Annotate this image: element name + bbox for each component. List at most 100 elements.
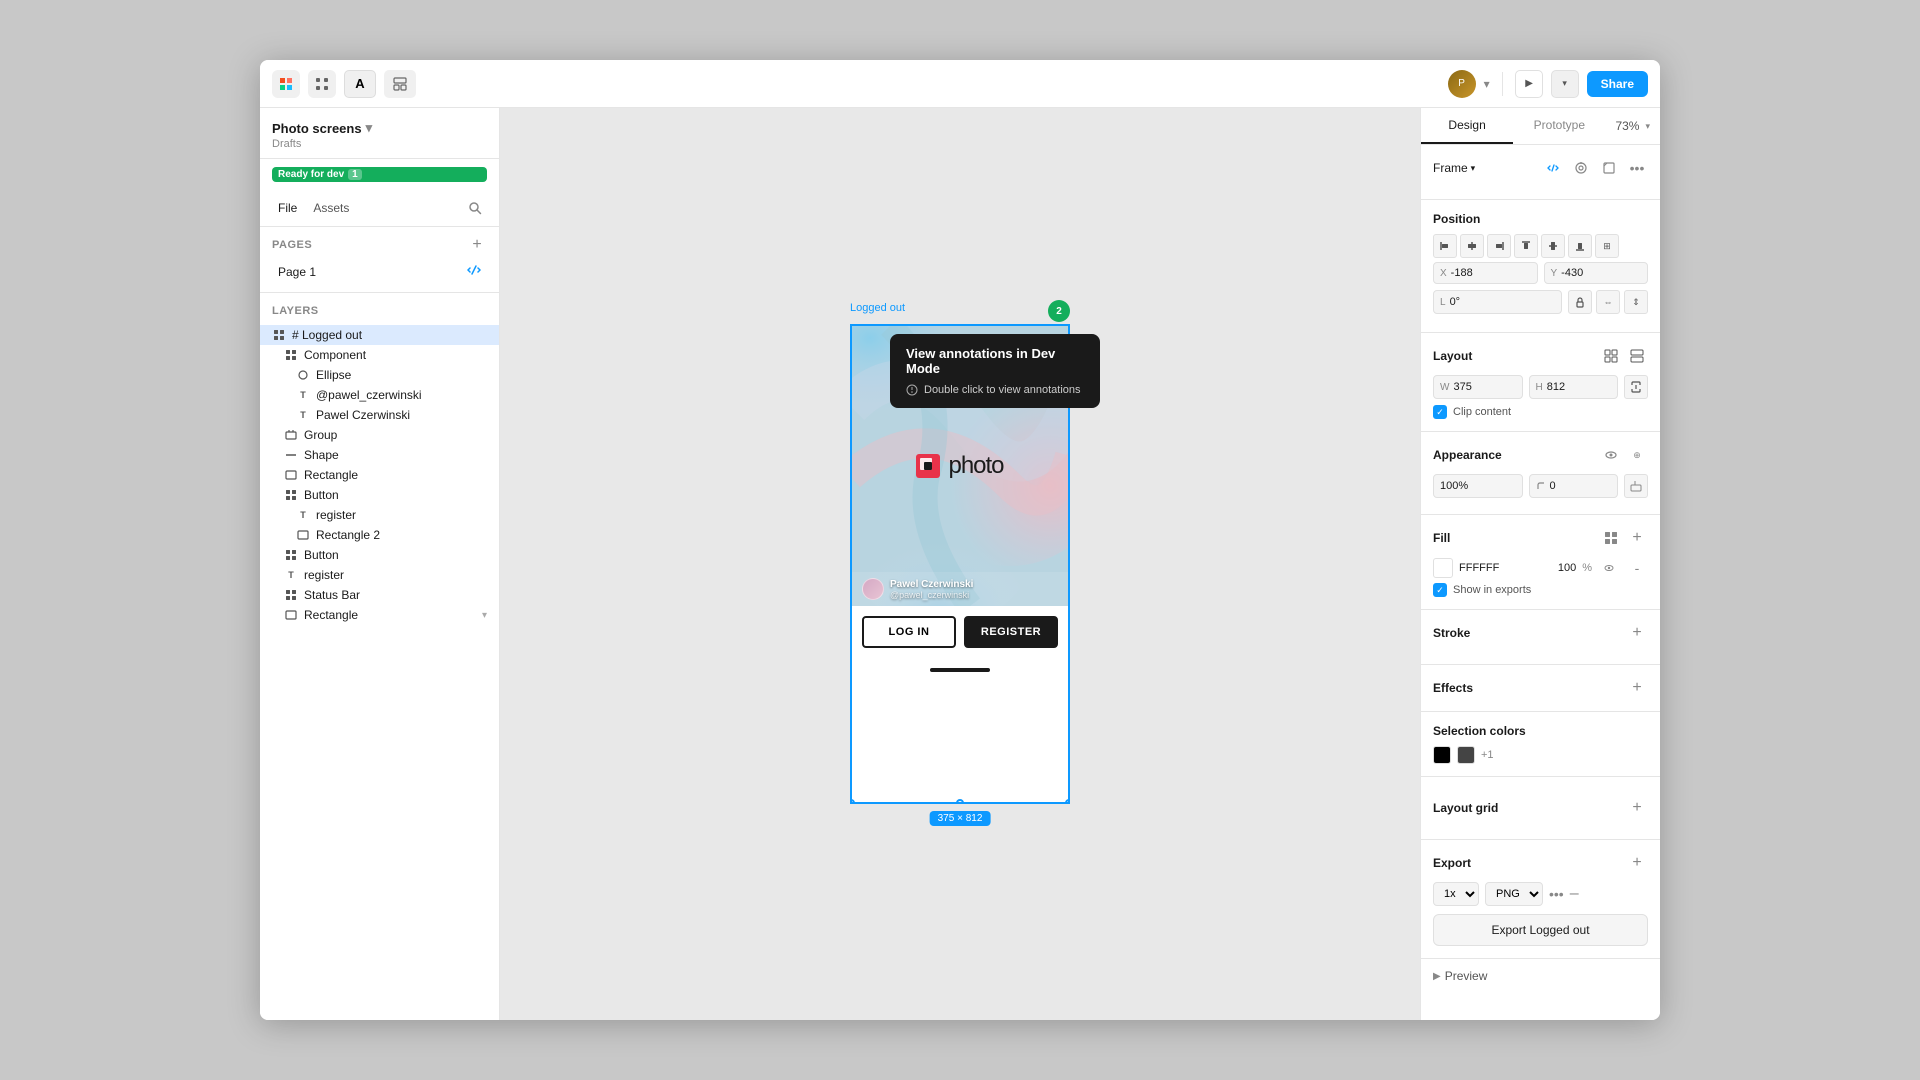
corner-options-btn[interactable] [1624,474,1648,498]
auto-layout-icon[interactable] [1626,345,1648,367]
present-button[interactable]: ▶ [1515,70,1543,98]
layer-rectangle-2[interactable]: Rectangle 2 [260,525,499,545]
search-button[interactable] [463,196,487,220]
frame-tag: Frame ▾ [1433,161,1475,175]
zoom-dropdown[interactable]: ▾ [1645,121,1650,132]
layer-component[interactable]: Component [260,345,499,365]
layer-button-1[interactable]: Button [260,485,499,505]
layer-logged-out[interactable]: # Logged out [260,325,499,345]
align-bottom[interactable] [1568,234,1592,258]
opacity-field[interactable]: 100% [1433,474,1523,498]
main-menu-grid[interactable] [308,70,336,98]
layer-register-2[interactable]: T register [260,565,499,585]
export-more-options[interactable]: ••• [1549,886,1564,902]
code-view-icon[interactable] [1542,157,1564,179]
register-button[interactable]: REGISTER [964,616,1058,648]
ready-for-dev-badge[interactable]: Ready for dev 1 [272,167,487,182]
flip-h-icon[interactable]: ⇔ [1596,290,1620,314]
align-center-h[interactable] [1460,234,1484,258]
layout-grid-icon[interactable] [1600,345,1622,367]
h-field[interactable]: H 812 [1529,375,1619,399]
appearance-more-icon[interactable]: ⊕ [1626,444,1648,466]
layer-rectangle[interactable]: Rectangle [260,465,499,485]
layer-group[interactable]: Group [260,425,499,445]
corner-field[interactable]: 0 [1529,474,1619,498]
stroke-add-icon[interactable]: + [1626,622,1648,644]
export-add-icon[interactable]: + [1626,852,1648,874]
layer-status-bar[interactable]: Status Bar [260,585,499,605]
target-icon[interactable] [1570,157,1592,179]
canvas[interactable]: Logged out [500,108,1420,1020]
more-options-icon[interactable]: ••• [1626,157,1648,179]
align-middle[interactable] [1541,234,1565,258]
handle-bottom-left[interactable] [850,799,855,804]
preview-section[interactable]: ▶ Preview [1421,959,1660,993]
fill-grid-icon[interactable] [1600,527,1622,549]
layer-register-1[interactable]: T register [260,505,499,525]
login-button[interactable]: LOG IN [862,616,956,648]
zoom-control[interactable]: 73% ▾ [1605,119,1660,133]
export-button[interactable]: Export Logged out [1433,914,1648,946]
clip-content-checkbox[interactable]: ✓ [1433,405,1447,419]
swatch-black[interactable] [1433,746,1451,764]
tooltip-title: View annotations in Dev Mode [906,346,1084,376]
handle-bottom-right[interactable] [1065,799,1070,804]
layer-rectangle-last[interactable]: Rectangle ▾ [260,605,499,625]
layer-ellipse[interactable]: Ellipse [260,365,499,385]
dev-mode-button[interactable]: ▾ [1551,70,1579,98]
align-right[interactable] [1487,234,1511,258]
resize-icon[interactable] [1598,157,1620,179]
y-field[interactable]: Y -430 [1544,262,1649,284]
annotation-badge[interactable]: 2 [1048,300,1070,322]
share-button[interactable]: Share [1587,71,1648,97]
frame-dropdown[interactable]: Frame ▾ [1433,161,1475,175]
layout-grid-add-icon[interactable]: + [1626,797,1648,819]
text-tool-button[interactable]: A [344,70,376,98]
align-top[interactable] [1514,234,1538,258]
effects-add-icon[interactable]: + [1626,677,1648,699]
fill-eye-icon[interactable] [1598,557,1620,579]
add-page-button[interactable]: + [467,235,487,255]
fill-add-icon[interactable]: + [1626,527,1648,549]
flip-v-icon[interactable]: ⇕ [1624,290,1648,314]
figma-menu[interactable] [272,70,300,98]
show-exports-checkbox[interactable]: ✓ [1433,583,1447,597]
angle-field[interactable]: L 0° [1433,290,1562,314]
design-tab[interactable]: Design [1421,108,1513,144]
right-panel: Design Prototype 73% ▾ Frame ▾ [1420,108,1660,1020]
fill-hex-value[interactable]: FFFFFF [1459,562,1540,574]
layer-button-2[interactable]: Button [260,545,499,565]
assets-tab[interactable]: Assets [307,199,355,217]
page-1-item[interactable]: Page 1 [272,259,487,284]
appearance-eye-icon[interactable] [1600,444,1622,466]
constrain-proportions[interactable] [1624,375,1648,399]
distribute-h[interactable]: ⊞ [1595,234,1619,258]
user-avatar[interactable]: P [1448,70,1476,98]
handle-bottom-mid[interactable] [956,799,964,804]
fill-opacity-value[interactable]: 100 [1546,562,1576,574]
export-scale-select[interactable]: 1x [1433,882,1479,906]
layer-pawel[interactable]: T Pawel Czerwinski [260,405,499,425]
avatar-dropdown[interactable]: ▾ [1484,77,1490,91]
prototype-tab[interactable]: Prototype [1513,108,1605,144]
align-left[interactable] [1433,234,1457,258]
x-field[interactable]: X -188 [1433,262,1538,284]
layer-handle[interactable]: T @pawel_czerwinski [260,385,499,405]
project-dropdown-icon: ▾ [366,120,373,136]
more-colors-badge[interactable]: +1 [1481,749,1494,761]
export-format-select[interactable]: PNG [1485,882,1543,906]
lock-icon[interactable] [1568,290,1592,314]
zoom-value[interactable]: 73% [1615,119,1639,133]
fill-remove-icon[interactable]: - [1626,557,1648,579]
w-field[interactable]: W 375 [1433,375,1523,399]
align-row: ⊞ [1433,234,1648,258]
swatch-dark[interactable] [1457,746,1475,764]
file-tab[interactable]: File [272,199,303,217]
fill-color-swatch[interactable] [1433,558,1453,578]
h-label: H [1536,382,1543,393]
layer-shape-name: Shape [304,448,487,462]
layer-shape[interactable]: Shape [260,445,499,465]
export-remove-icon[interactable]: – [1570,885,1579,903]
layout-tool-button[interactable] [384,70,416,98]
project-title[interactable]: Photo screens ▾ [272,120,487,136]
